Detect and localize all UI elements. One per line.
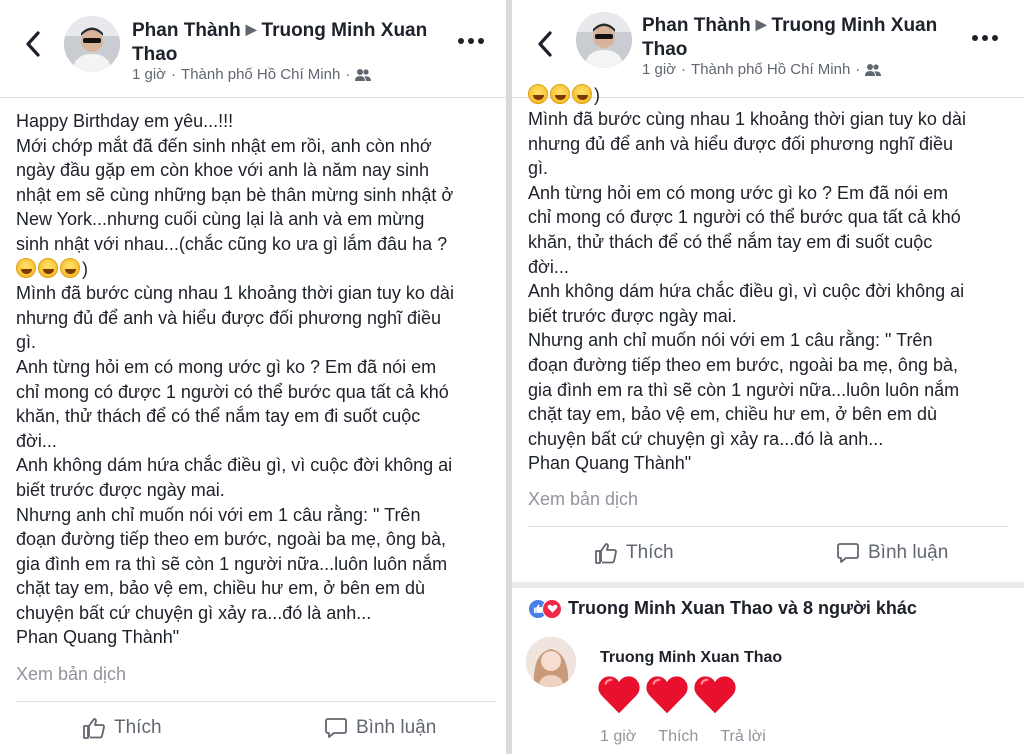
post-time[interactable]: 1 giờ — [642, 61, 676, 78]
post-title: Phan Thành ▶ Truong Minh Xuan Thao — [132, 17, 452, 67]
thumbs-up-icon — [83, 718, 105, 739]
post-title: Phan Thành ▶ Truong Minh Xuan Thao — [642, 12, 962, 62]
comment-like-button[interactable]: Thích — [658, 728, 698, 746]
post-location[interactable]: Thành phố Hồ Chí Minh — [691, 61, 850, 78]
left-screenshot: Phan Thành ▶ Truong Minh Xuan Thao 1 giờ ·… — [0, 0, 506, 754]
author-name[interactable]: Phan Thành — [132, 20, 241, 41]
comment-icon — [325, 718, 347, 738]
post-location[interactable]: Thành phố Hồ Chí Minh — [181, 66, 340, 83]
more-options-button[interactable] — [972, 35, 1002, 45]
love-reaction-icon — [542, 598, 562, 619]
comment-meta: 1 giờ Thích Trả lời — [600, 728, 766, 746]
meta-separator: · — [855, 61, 861, 78]
reactions-text: Truong Minh Xuan Thao và 8 người khác — [568, 598, 917, 618]
laughing-emoji-icon — [572, 84, 592, 104]
post-text: Happy Birthday em yêu...!!! Mới chớp mắt… — [16, 111, 454, 254]
divider — [528, 526, 1008, 527]
meta-separator: · — [345, 66, 351, 83]
comment-time: 1 giờ — [600, 728, 637, 745]
meta-separator: · — [681, 61, 687, 78]
share-arrow-icon: ▶ — [245, 21, 257, 37]
post-meta: 1 giờ · Thành phố Hồ Chí Minh · — [642, 61, 882, 78]
comment-label: Bình luận — [868, 542, 949, 563]
comment-icon — [837, 543, 859, 563]
divider — [16, 701, 496, 702]
meta-separator: · — [171, 66, 177, 83]
laughing-emoji-icon — [38, 257, 58, 278]
like-button[interactable]: Thích — [82, 716, 162, 740]
comment-button[interactable]: Bình luận — [324, 716, 436, 740]
like-label: Thích — [626, 542, 674, 563]
laughing-emoji-icon — [16, 257, 36, 278]
more-options-button[interactable] — [458, 38, 488, 48]
back-button[interactable] — [534, 30, 556, 58]
post-body: ) Mình đã bước cùng nhau 1 khoảng thời g… — [528, 83, 998, 476]
post-text-continued: Mình đã bước cùng nhau 1 khoảng thời gia… — [528, 109, 966, 474]
like-button[interactable]: Thích — [594, 541, 674, 565]
commenter-name[interactable]: Truong Minh Xuan Thao — [600, 649, 782, 667]
reactions-summary[interactable]: Truong Minh Xuan Thao và 8 người khác — [528, 598, 917, 619]
author-avatar[interactable] — [576, 12, 632, 68]
emoji-close: ) — [82, 258, 88, 279]
right-screenshot: Phan Thành ▶ Truong Minh Xuan Thao 1 giờ ·… — [512, 0, 1024, 754]
emoji-row: ) — [528, 83, 998, 107]
commenter-avatar[interactable] — [526, 637, 576, 687]
see-translation-link[interactable]: Xem bản dịch — [528, 489, 638, 510]
post-meta: 1 giờ · Thành phố Hồ Chí Minh · — [132, 66, 372, 83]
like-label: Thích — [114, 717, 162, 738]
heart-icon — [598, 676, 640, 714]
comment-reply-button[interactable]: Trả lời — [720, 728, 765, 746]
post-time[interactable]: 1 giờ — [132, 66, 166, 83]
friends-icon — [865, 63, 882, 76]
author-avatar[interactable] — [64, 16, 120, 72]
comment-label: Bình luận — [356, 717, 437, 738]
post-body: Happy Birthday em yêu...!!! Mới chớp mắt… — [16, 109, 496, 650]
comment-hearts — [596, 672, 738, 718]
emoji-row: ) — [16, 257, 496, 282]
emoji-close: ) — [594, 85, 600, 105]
laughing-emoji-icon — [528, 84, 548, 104]
author-name[interactable]: Phan Thành — [642, 15, 751, 36]
chevron-left-icon — [26, 31, 40, 57]
post-header: Phan Thành ▶ Truong Minh Xuan Thao 1 giờ ·… — [0, 0, 506, 98]
laughing-emoji-icon — [550, 84, 570, 104]
heart-icon — [694, 676, 736, 714]
heart-icon — [646, 676, 688, 714]
comment-button[interactable]: Bình luận — [836, 541, 948, 565]
post-text-continued: Mình đã bước cùng nhau 1 khoảng thời gia… — [16, 283, 454, 648]
thumbs-up-icon — [595, 543, 617, 564]
section-separator — [512, 582, 1024, 588]
chevron-left-icon — [538, 31, 552, 57]
share-arrow-icon: ▶ — [755, 16, 767, 32]
friends-icon — [355, 68, 372, 81]
laughing-emoji-icon — [60, 257, 80, 278]
see-translation-link[interactable]: Xem bản dịch — [16, 664, 126, 685]
back-button[interactable] — [22, 30, 44, 58]
reaction-icons — [528, 598, 562, 619]
